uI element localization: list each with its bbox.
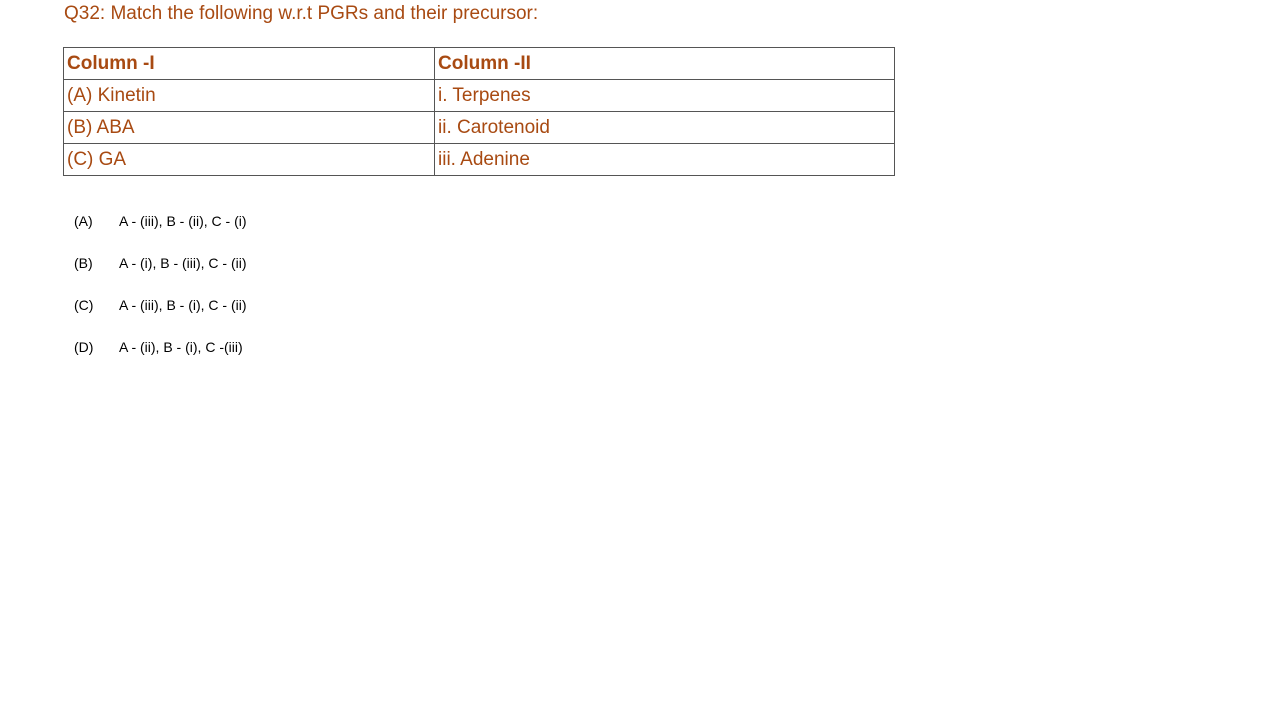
option-letter: (B): [74, 255, 93, 271]
table-row: (C) GA iii. Adenine: [63, 143, 895, 176]
column-1-header: Column -I: [63, 47, 435, 80]
option-text: A - (iii), B - (i), C - (ii): [119, 297, 247, 313]
table-row: (A) Kinetin i. Terpenes: [63, 79, 895, 112]
column-2-cell: iii. Adenine: [434, 143, 895, 176]
option-letter: (C): [74, 297, 94, 313]
column-1-cell: (A) Kinetin: [63, 79, 435, 112]
answer-option-d[interactable]: (D) A - (ii), B - (i), C -(iii): [74, 336, 247, 378]
table-row: (B) ABA ii. Carotenoid: [63, 111, 895, 144]
answer-option-a[interactable]: (A) A - (iii), B - (ii), C - (i): [74, 210, 247, 252]
table-header-row: Column -I Column -II: [63, 47, 895, 80]
option-letter: (A): [74, 213, 93, 229]
answer-options: (A) A - (iii), B - (ii), C - (i) (B) A - (…: [74, 210, 247, 378]
match-table: Column -I Column -II (A) Kinetin i. Terp…: [63, 47, 895, 176]
option-text: A - (i), B - (iii), C - (ii): [119, 255, 247, 271]
answer-option-b[interactable]: (B) A - (i), B - (iii), C - (ii): [74, 252, 247, 294]
question-title: Q32: Match the following w.r.t PGRs and …: [64, 3, 539, 24]
option-text: A - (iii), B - (ii), C - (i): [119, 213, 247, 229]
column-2-cell: i. Terpenes: [434, 79, 895, 112]
column-2-cell: ii. Carotenoid: [434, 111, 895, 144]
option-text: A - (ii), B - (i), C -(iii): [119, 339, 243, 355]
answer-option-c[interactable]: (C) A - (iii), B - (i), C - (ii): [74, 294, 247, 336]
option-letter: (D): [74, 339, 94, 355]
column-2-header: Column -II: [434, 47, 895, 80]
column-1-cell: (C) GA: [63, 143, 435, 176]
column-1-cell: (B) ABA: [63, 111, 435, 144]
